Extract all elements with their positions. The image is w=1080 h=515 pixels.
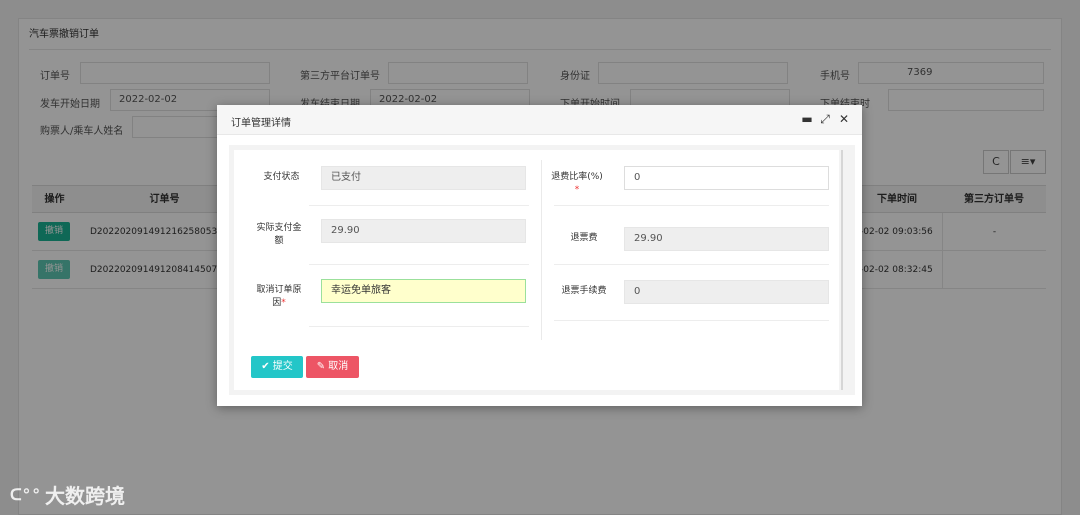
check-icon: ✔	[261, 361, 273, 372]
required-mark: *	[281, 298, 286, 308]
pay-status-field: 已支付	[321, 166, 526, 190]
actual-paid-field: 29.90	[321, 219, 526, 243]
submit-button[interactable]: ✔ 提交	[251, 356, 303, 378]
maximize-icon[interactable]: ⤢	[818, 112, 832, 126]
modal-title: 订单管理详情	[231, 118, 291, 129]
column-divider	[541, 160, 542, 340]
eraser-icon: ✎	[316, 361, 329, 372]
refund-fee-field: 29.90	[624, 227, 829, 251]
minimize-icon[interactable]: ▬	[800, 112, 814, 126]
modal-body: 支付状态 已支付 实际支付金额 29.90 取消订单原因* 幸运免单旅客 退费比…	[229, 145, 855, 395]
refund-service-label: 退票手续费	[561, 286, 607, 296]
refund-service-field: 0	[624, 280, 829, 304]
refund-rate-label: 退费比率(%) *	[551, 172, 603, 195]
watermark-text: 大数跨境	[44, 483, 125, 508]
scrollbar[interactable]	[841, 150, 843, 390]
actual-paid-label: 实际支付金额	[256, 223, 302, 246]
refund-rate-input[interactable]: 0	[624, 166, 829, 190]
divider	[554, 205, 829, 206]
cancel-button[interactable]: ✎ 取消	[306, 356, 359, 378]
watermark-logo-icon: ᑕ°°	[10, 484, 41, 504]
cancel-reason-label: 取消订单原因*	[256, 285, 302, 308]
refund-fee-label: 退票费	[570, 233, 598, 243]
close-icon[interactable]: ✕	[837, 112, 851, 126]
modal-header: 订单管理详情 ▬ ⤢ ✕	[217, 105, 862, 135]
pay-status-label: 支付状态	[263, 172, 300, 182]
cancel-reason-input[interactable]: 幸运免单旅客	[321, 279, 526, 303]
divider	[309, 326, 529, 327]
watermark: ᑕ°° 大数跨境	[10, 479, 125, 509]
divider	[309, 264, 529, 265]
required-mark: *	[574, 185, 580, 195]
order-detail-modal: 订单管理详情 ▬ ⤢ ✕ 支付状态 已支付 实际支付金额 29.90 取消订单原…	[217, 105, 862, 406]
detail-form: 支付状态 已支付 实际支付金额 29.90 取消订单原因* 幸运免单旅客 退费比…	[234, 150, 839, 390]
divider	[309, 205, 529, 206]
divider	[554, 264, 829, 265]
divider	[554, 320, 829, 321]
